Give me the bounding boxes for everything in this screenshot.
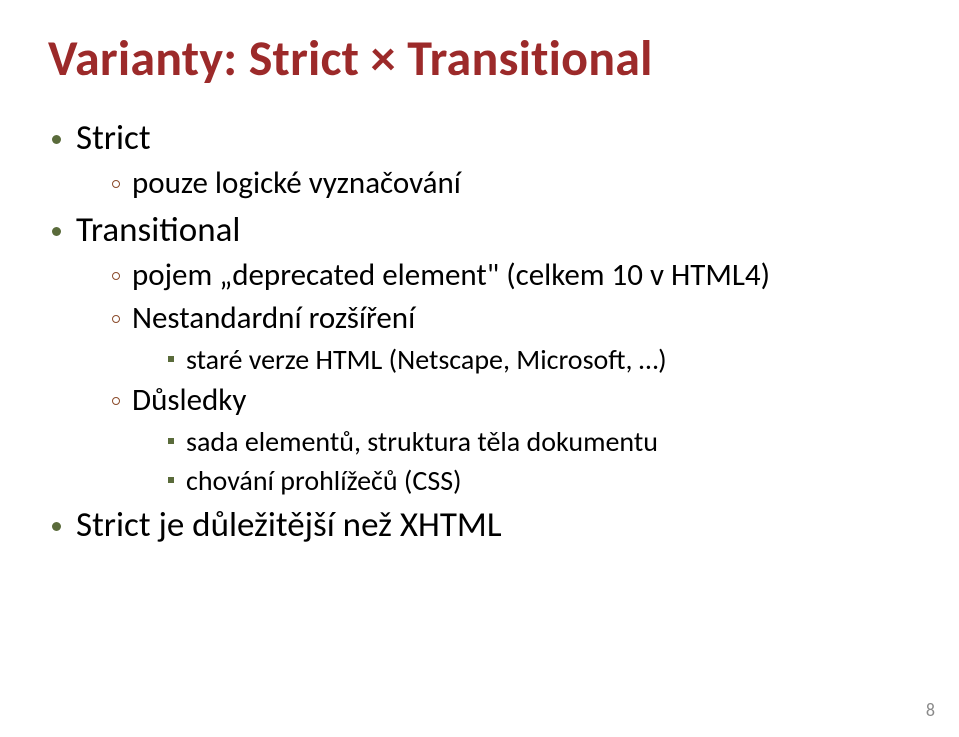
list-item: chování prohlížečů (CSS)	[166, 461, 911, 500]
list-item-text: staré verze HTML (Netscape, Microsoft, ……	[186, 342, 667, 377]
list-item: Důsledky sada elementů, struktura těla d…	[110, 379, 911, 500]
list-item-text: sada elementů, struktura těla dokumentu	[186, 424, 658, 459]
bullet-list-level3: sada elementů, struktura těla dokumentu …	[166, 422, 911, 500]
list-item-text: Transitional	[76, 209, 240, 251]
list-item-text: pojem „deprecated element" (celkem 10 v …	[132, 256, 770, 294]
slide-title: Varianty: Strict × Transitional	[48, 28, 911, 89]
bullet-list-level2: pojem „deprecated element" (celkem 10 v …	[110, 254, 911, 500]
list-item-text: chování prohlížečů (CSS)	[186, 463, 462, 498]
list-item: Nestandardní rozšíření staré verze HTML …	[110, 297, 911, 379]
list-item-text: pouze logické vyznačování	[132, 164, 461, 202]
list-item: staré verze HTML (Netscape, Microsoft, ……	[166, 340, 911, 379]
bullet-list-level2: pouze logické vyznačování	[110, 162, 911, 205]
list-item: Strict je důležitější než XHTML	[48, 502, 911, 549]
bullet-list-level3: staré verze HTML (Netscape, Microsoft, ……	[166, 340, 911, 379]
bullet-list-level1: Strict pouze logické vyznačování Transit…	[48, 115, 911, 549]
list-item: pouze logické vyznačování	[110, 162, 911, 205]
list-item-text: Strict	[76, 117, 151, 159]
list-item-text: Strict je důležitější než XHTML	[76, 504, 502, 546]
list-item: sada elementů, struktura těla dokumentu	[166, 422, 911, 461]
slide: Varianty: Strict × Transitional Strict p…	[0, 0, 959, 737]
list-item-text: Důsledky	[132, 381, 246, 419]
list-item-text: Nestandardní rozšíření	[132, 299, 415, 337]
list-item: Transitional pojem „deprecated element" …	[48, 207, 911, 500]
page-number: 8	[926, 699, 935, 721]
list-item: Strict pouze logické vyznačování	[48, 115, 911, 205]
list-item: pojem „deprecated element" (celkem 10 v …	[110, 254, 911, 297]
